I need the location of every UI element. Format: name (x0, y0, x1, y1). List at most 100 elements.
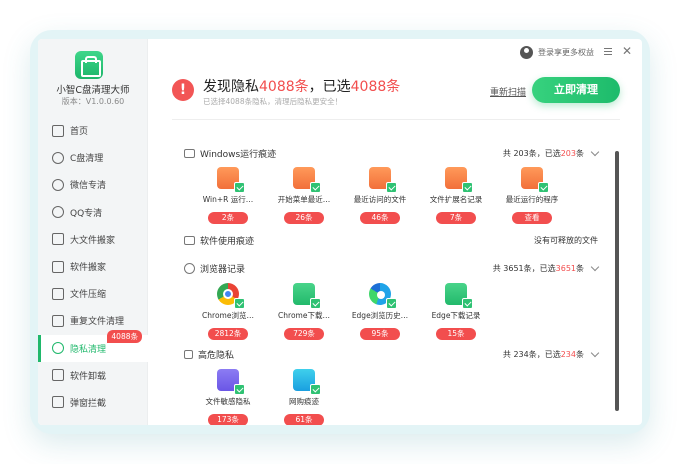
item-label: Win+R 运行… (202, 195, 254, 204)
clean-now-button[interactable]: 立即清理 (532, 77, 620, 103)
item-count-pill[interactable]: 2条 (208, 212, 248, 224)
section-title: Windows运行痕迹 (200, 149, 277, 160)
sidebar-item-uninstall[interactable]: 软件卸载 (38, 362, 148, 389)
checkbox-checked-icon[interactable] (234, 384, 245, 395)
header-divider (172, 119, 620, 120)
checkbox-checked-icon[interactable] (310, 182, 321, 193)
login-link[interactable]: 登录享更多权益 (520, 46, 594, 59)
sidebar-nav: 首页 C盘清理 微信专清 QQ专清 大文件搬家 软件搬家 文件压缩 重复文件清理… (38, 117, 148, 416)
item-count-pill[interactable]: 173条 (208, 414, 248, 425)
item-count-pill[interactable]: 61条 (284, 414, 324, 425)
item-label: 文件敏感隐私 (205, 397, 251, 406)
privacy-list: Windows运行痕迹 共 203条，已选 203 条 Win+R 运行… 2条 开… (172, 139, 618, 425)
recent-programs-icon (521, 167, 549, 193)
item-shopping-trace[interactable]: 网购痕迹 61条 (274, 369, 334, 425)
app-version: 版本：V1.0.0.60 (61, 97, 125, 106)
download-icon (445, 283, 473, 309)
edge-icon (369, 283, 397, 309)
item-chrome-history[interactable]: Chrome浏览… 2812条 (198, 283, 258, 340)
menu-icon[interactable] (604, 48, 612, 55)
item-edge-downloads[interactable]: Edge下载记录 15条 (426, 283, 486, 340)
section-status-text: 没有可释放的文件 (534, 235, 598, 245)
section-title: 浏览器记录 (200, 264, 246, 275)
sidebar-item-label: C盘清理 (70, 154, 104, 165)
sidebar-item-label: 大文件搬家 (70, 235, 116, 246)
view-button[interactable]: 查看 (512, 212, 552, 224)
section-status-suffix: 条 (576, 148, 584, 158)
section-windows-trace: Windows运行痕迹 共 203条，已选 203 条 (172, 145, 610, 161)
list-scrollbar[interactable] (615, 151, 619, 411)
close-icon[interactable]: ✕ (621, 45, 633, 57)
sidebar: 小智C盘清理大师 版本：V1.0.0.60 首页 C盘清理 微信专清 QQ专清 … (38, 39, 148, 425)
login-label: 登录享更多权益 (538, 48, 594, 57)
item-count-pill[interactable]: 15条 (436, 328, 476, 340)
item-count-pill[interactable]: 26条 (284, 212, 324, 224)
sidebar-item-label: 首页 (70, 127, 89, 138)
item-win-r-run[interactable]: Win+R 运行… 2条 (198, 167, 258, 224)
recent-files-icon (369, 167, 397, 193)
item-file-extension[interactable]: 文件扩展名记录 7条 (426, 167, 486, 224)
start-menu-icon (293, 167, 321, 193)
section-status-prefix: 共 203条，已选 (502, 148, 561, 158)
item-count-pill[interactable]: 2812条 (208, 328, 248, 340)
item-label: Edge浏览历史… (351, 311, 409, 320)
item-recent-files[interactable]: 最近访问的文件 46条 (350, 167, 410, 224)
checkbox-checked-icon[interactable] (234, 182, 245, 193)
section-high-risk: 高危隐私 共 234条，已选 234 条 (172, 346, 610, 362)
section-status-selected: 3651 (555, 263, 576, 273)
item-count-pill[interactable]: 7条 (436, 212, 476, 224)
item-label: Chrome下载… (278, 311, 330, 320)
sidebar-item-software-move[interactable]: 软件搬家 (38, 253, 148, 280)
item-sensitive-files[interactable]: 文件敏感隐私 173条 (198, 369, 258, 425)
sidebar-item-home[interactable]: 首页 (38, 117, 148, 144)
sidebar-item-privacy[interactable]: 隐私清理 4088条 (38, 329, 148, 362)
checkbox-checked-icon[interactable] (310, 384, 321, 395)
home-icon (52, 124, 64, 137)
sidebar-item-popup-block[interactable]: 弹窗拦截 (38, 389, 148, 416)
checkbox-checked-icon[interactable] (538, 182, 549, 193)
item-start-menu[interactable]: 开始菜单最近… 26条 (274, 167, 334, 224)
sidebar-item-qq[interactable]: QQ专清 (38, 199, 148, 226)
item-chrome-downloads[interactable]: Chrome下载… 729条 (274, 283, 334, 340)
avatar-icon (520, 46, 533, 59)
item-label: Chrome浏览… (202, 311, 254, 320)
checkbox-checked-icon[interactable] (234, 298, 245, 309)
section-title: 软件使用痕迹 (200, 236, 255, 247)
sidebar-item-wechat[interactable]: 微信专清 (38, 171, 148, 198)
privacy-count-badge: 4088条 (107, 329, 142, 343)
item-count-pill[interactable]: 729条 (284, 328, 324, 340)
rescan-link[interactable]: 重新扫描 (490, 85, 526, 98)
chrome-icon (217, 283, 245, 309)
run-icon (217, 167, 245, 193)
sidebar-item-label: 隐私清理 (70, 344, 107, 355)
sensitive-file-icon (217, 369, 245, 395)
item-edge-history[interactable]: Edge浏览历史… 95条 (350, 283, 410, 340)
compress-icon (52, 287, 64, 300)
checkbox-checked-icon[interactable] (462, 298, 473, 309)
sidebar-item-large-file[interactable]: 大文件搬家 (38, 226, 148, 253)
summary-headline: 发现隐私4088条，已选4088条 (203, 76, 400, 96)
chevron-down-icon[interactable] (590, 262, 600, 271)
item-count-pill[interactable]: 46条 (360, 212, 400, 224)
item-recent-programs[interactable]: 最近运行的程序 查看 (502, 167, 562, 224)
section-status: 共 203条，已选 203 条 (502, 147, 600, 159)
checkbox-checked-icon[interactable] (386, 182, 397, 193)
globe-icon (184, 262, 195, 274)
checkbox-checked-icon[interactable] (462, 182, 473, 193)
app-name: 小智C盘清理大师 (56, 85, 130, 96)
chevron-down-icon[interactable] (590, 147, 600, 156)
sidebar-item-label: 软件卸载 (70, 371, 107, 382)
software-move-icon (52, 260, 64, 273)
extension-icon (445, 167, 473, 193)
section-status-suffix: 条 (576, 263, 584, 273)
section-status-suffix: 条 (576, 349, 584, 359)
large-file-icon (52, 233, 64, 246)
item-count-pill[interactable]: 95条 (360, 328, 400, 340)
sidebar-item-c-drive[interactable]: C盘清理 (38, 144, 148, 171)
c-drive-icon (52, 151, 64, 164)
sidebar-item-compress[interactable]: 文件压缩 (38, 280, 148, 307)
checkbox-checked-icon[interactable] (310, 298, 321, 309)
checkbox-checked-icon[interactable] (386, 298, 397, 309)
chevron-down-icon[interactable] (590, 348, 600, 357)
app-logo-icon (75, 51, 103, 79)
